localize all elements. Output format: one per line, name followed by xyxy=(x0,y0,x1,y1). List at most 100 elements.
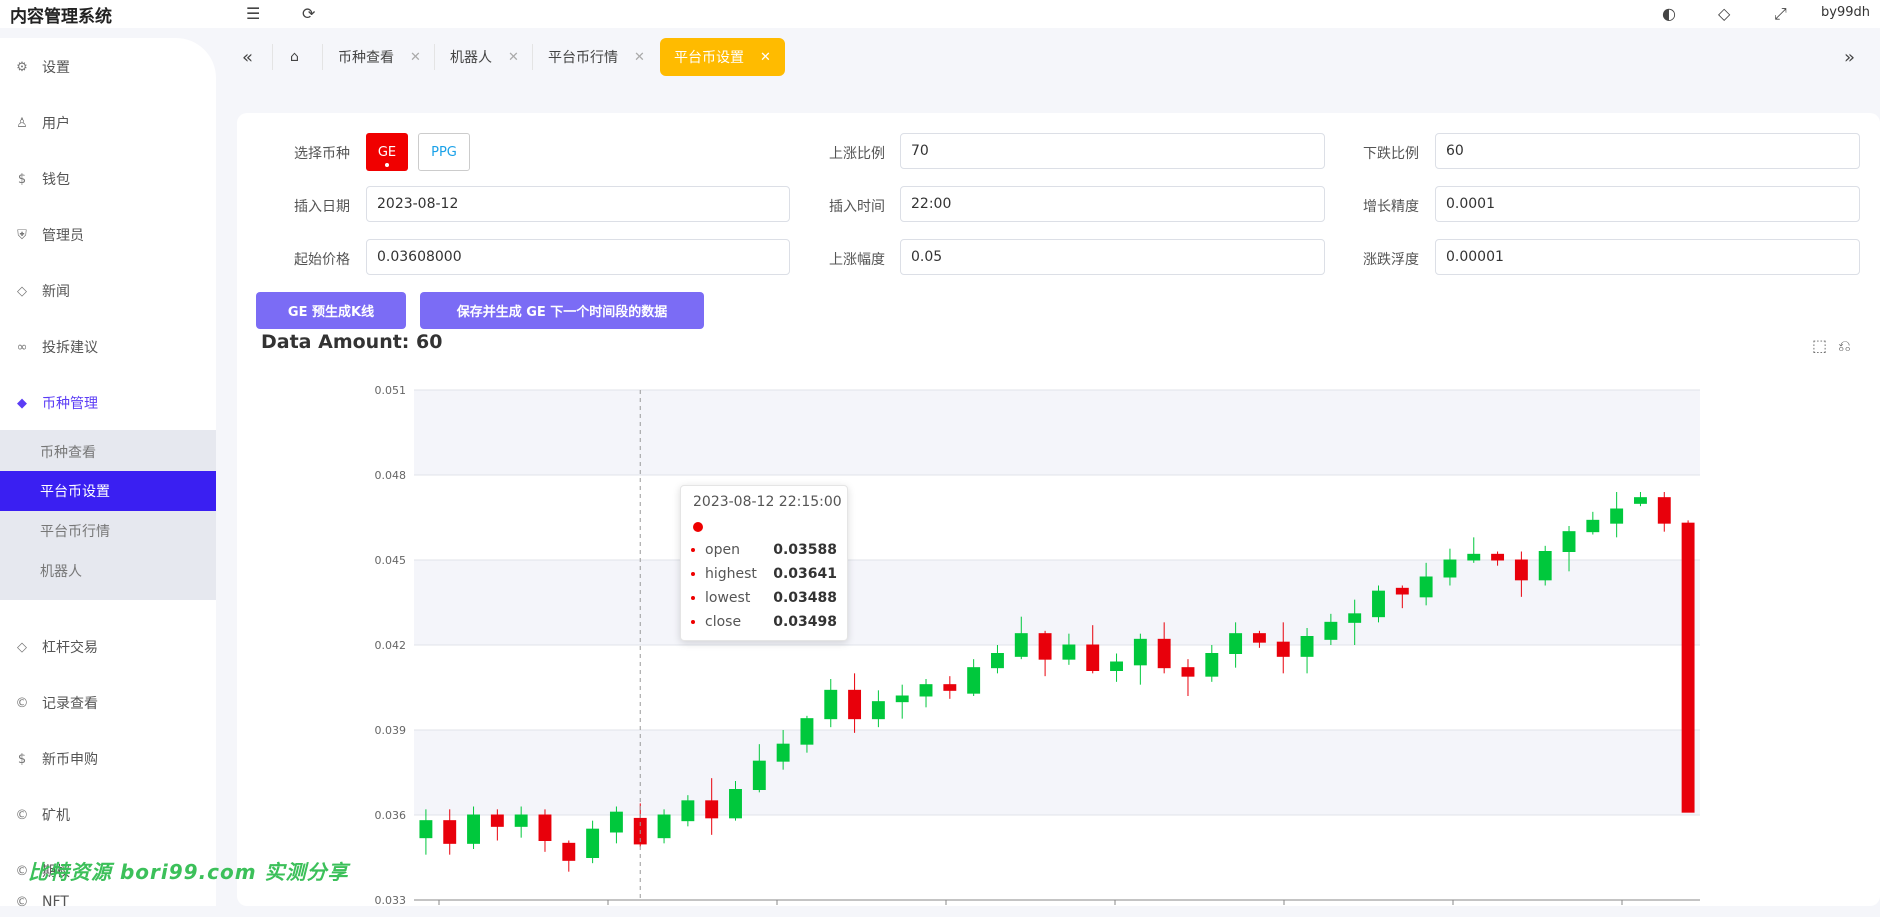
rise-amplitude-input[interactable]: 0.05 xyxy=(900,239,1325,275)
sidebar-item-settings[interactable]: ⚙ 设置 xyxy=(0,47,216,87)
shield-icon: ⛨ xyxy=(17,227,27,243)
growth-precision-input[interactable]: 0.0001 xyxy=(1435,186,1860,222)
candle-body xyxy=(895,695,909,703)
candle-body xyxy=(1634,497,1647,504)
grid-band xyxy=(414,390,1700,475)
candle-body xyxy=(1657,497,1671,524)
kline-chart[interactable]: 0.051 0.048 0.045 0.042 0.039 0.036 0.033 xyxy=(350,370,1710,906)
candle-body xyxy=(752,760,766,790)
sidebar-item-wallet[interactable]: $ 钱包 xyxy=(0,159,216,199)
home-icon[interactable]: ⌂ xyxy=(290,38,299,76)
insert-time-input[interactable]: 22:00 xyxy=(900,186,1325,222)
candle-body xyxy=(1181,667,1195,677)
submenu-item-label: 机器人 xyxy=(40,564,82,580)
y-tick-label: 0.051 xyxy=(375,384,407,397)
coin-option-ppg[interactable]: PPG xyxy=(418,133,470,171)
sidebar-item-suggestions[interactable]: ∞ 投拆建议 xyxy=(0,327,216,367)
candle-body xyxy=(1514,559,1528,581)
tabs-scroll-left-icon[interactable]: « xyxy=(242,38,253,76)
rise-amplitude-label: 上涨幅度 xyxy=(829,252,885,268)
submenu-item-coin-view[interactable]: 币种查看 xyxy=(0,432,216,472)
candle-body xyxy=(1133,638,1147,666)
submenu-item-label: 平台币行情 xyxy=(40,524,110,540)
rise-ratio-input[interactable]: 70 xyxy=(900,133,1325,169)
close-icon[interactable]: ✕ xyxy=(410,50,421,65)
candle-body xyxy=(1110,661,1123,671)
coin-option-ge[interactable]: GE xyxy=(366,133,408,171)
close-icon[interactable]: ✕ xyxy=(634,50,645,65)
close-icon[interactable]: ✕ xyxy=(508,50,519,65)
fall-ratio-input[interactable]: 60 xyxy=(1435,133,1860,169)
start-price-input[interactable]: 0.03608000 xyxy=(366,239,790,275)
tooltip-value: 0.03488 xyxy=(773,590,837,606)
y-tick-label: 0.036 xyxy=(375,809,407,822)
tag-icon[interactable]: ◇ xyxy=(1718,4,1730,23)
preview-kline-button[interactable]: GE 预生成K线 xyxy=(256,292,406,329)
watermark-text: 比特资源 bori99.com 实测分享 xyxy=(28,860,349,884)
tab-platform-coin-settings[interactable]: 平台币设置 ✕ xyxy=(660,38,785,76)
tooltip-row-lowest: lowest 0.03488 xyxy=(691,588,837,608)
tab-platform-coin-market[interactable]: 平台币行情 ✕ xyxy=(548,38,645,76)
candle-body xyxy=(919,684,933,697)
tab-robots[interactable]: 机器人 ✕ xyxy=(450,38,519,76)
insert-time-label: 插入时间 xyxy=(829,199,885,215)
sidebar-item-admins[interactable]: ⛨ 管理员 xyxy=(0,215,216,255)
coin-submenu: 币种查看 平台币设置 平台币行情 机器人 xyxy=(0,430,216,600)
tooltip-key: open xyxy=(705,542,740,558)
tooltip-key: lowest xyxy=(705,590,751,606)
candle-body xyxy=(943,684,957,691)
palette-icon[interactable]: ◐ xyxy=(1662,4,1676,23)
zoom-select-icon[interactable]: ⬚ xyxy=(1812,336,1827,355)
tabs-scroll-right-icon[interactable]: » xyxy=(1844,38,1855,76)
sidebar-item-label: NFT xyxy=(42,894,69,910)
refresh-icon[interactable]: ⟳ xyxy=(302,4,315,23)
zoom-reset-icon[interactable]: ⎌ xyxy=(1838,336,1851,356)
sidebar-item-leverage[interactable]: ◇ 杠杆交易 xyxy=(0,627,216,667)
submenu-item-platform-coin-market[interactable]: 平台币行情 xyxy=(0,511,216,551)
candle-body xyxy=(1252,633,1266,643)
sidebar-item-label: 用户 xyxy=(42,116,70,132)
fullscreen-icon[interactable]: ⤢ xyxy=(1774,4,1787,24)
tab-label: 平台币设置 xyxy=(674,50,744,66)
candle-body xyxy=(1157,638,1171,669)
sidebar-item-label: 钱包 xyxy=(42,172,70,188)
user-name[interactable]: by99dh xyxy=(1821,5,1870,20)
dollar-icon: $ xyxy=(17,751,27,767)
y-tick-label: 0.039 xyxy=(375,724,407,737)
tooltip-value: 0.03641 xyxy=(773,566,837,582)
sidebar-item-users[interactable]: ♙ 用户 xyxy=(0,103,216,143)
candle-body xyxy=(1467,553,1481,561)
tab-divider xyxy=(272,44,273,70)
save-generate-button[interactable]: 保存并生成 GE 下一个时间段的数据 xyxy=(420,292,704,329)
kline-tooltip: 2023-08-12 22:15:00 open 0.03588 highest 0… xyxy=(680,485,848,641)
sidebar-item-label: 杠杆交易 xyxy=(42,640,98,656)
candle-body xyxy=(1372,590,1385,618)
candle-body xyxy=(1586,519,1600,533)
sidebar-item-new-coin-subscription[interactable]: $ 新币申购 xyxy=(0,739,216,779)
candle-body xyxy=(1681,522,1695,813)
gear-icon: ⚙ xyxy=(16,59,28,75)
coin-select-label: 选择币种 xyxy=(294,146,350,162)
diamond-icon: ◇ xyxy=(17,639,27,655)
sidebar-item-label: 管理员 xyxy=(42,228,84,244)
data-amount-title: Data Amount: 60 xyxy=(261,331,443,353)
sidebar-item-coin-management[interactable]: ◆ 币种管理 xyxy=(0,383,216,423)
sidebar-item-label: 投拆建议 xyxy=(42,340,98,356)
collapse-menu-icon[interactable]: ☰ xyxy=(246,4,260,23)
candle-body xyxy=(800,718,814,745)
sidebar-item-label: 矿机 xyxy=(42,808,70,824)
submenu-item-platform-coin-settings[interactable]: 平台币设置 xyxy=(0,471,216,511)
close-icon[interactable]: ✕ xyxy=(760,50,771,65)
tab-coin-view[interactable]: 币种查看 ✕ xyxy=(338,38,421,76)
submenu-item-robots[interactable]: 机器人 xyxy=(0,551,216,591)
insert-date-input[interactable]: 2023-08-12 xyxy=(366,186,790,222)
candle-body xyxy=(1062,644,1076,660)
candle-body xyxy=(562,842,576,861)
float-input[interactable]: 0.00001 xyxy=(1435,239,1860,275)
sidebar-item-nft[interactable]: © NFT xyxy=(0,887,216,917)
sidebar-item-miner[interactable]: © 矿机 xyxy=(0,795,216,835)
candle-body xyxy=(967,667,981,694)
sidebar-item-records[interactable]: © 记录查看 xyxy=(0,683,216,723)
tooltip-date: 2023-08-12 22:15:00 xyxy=(693,494,842,510)
sidebar-item-news[interactable]: ◇ 新闻 xyxy=(0,271,216,311)
